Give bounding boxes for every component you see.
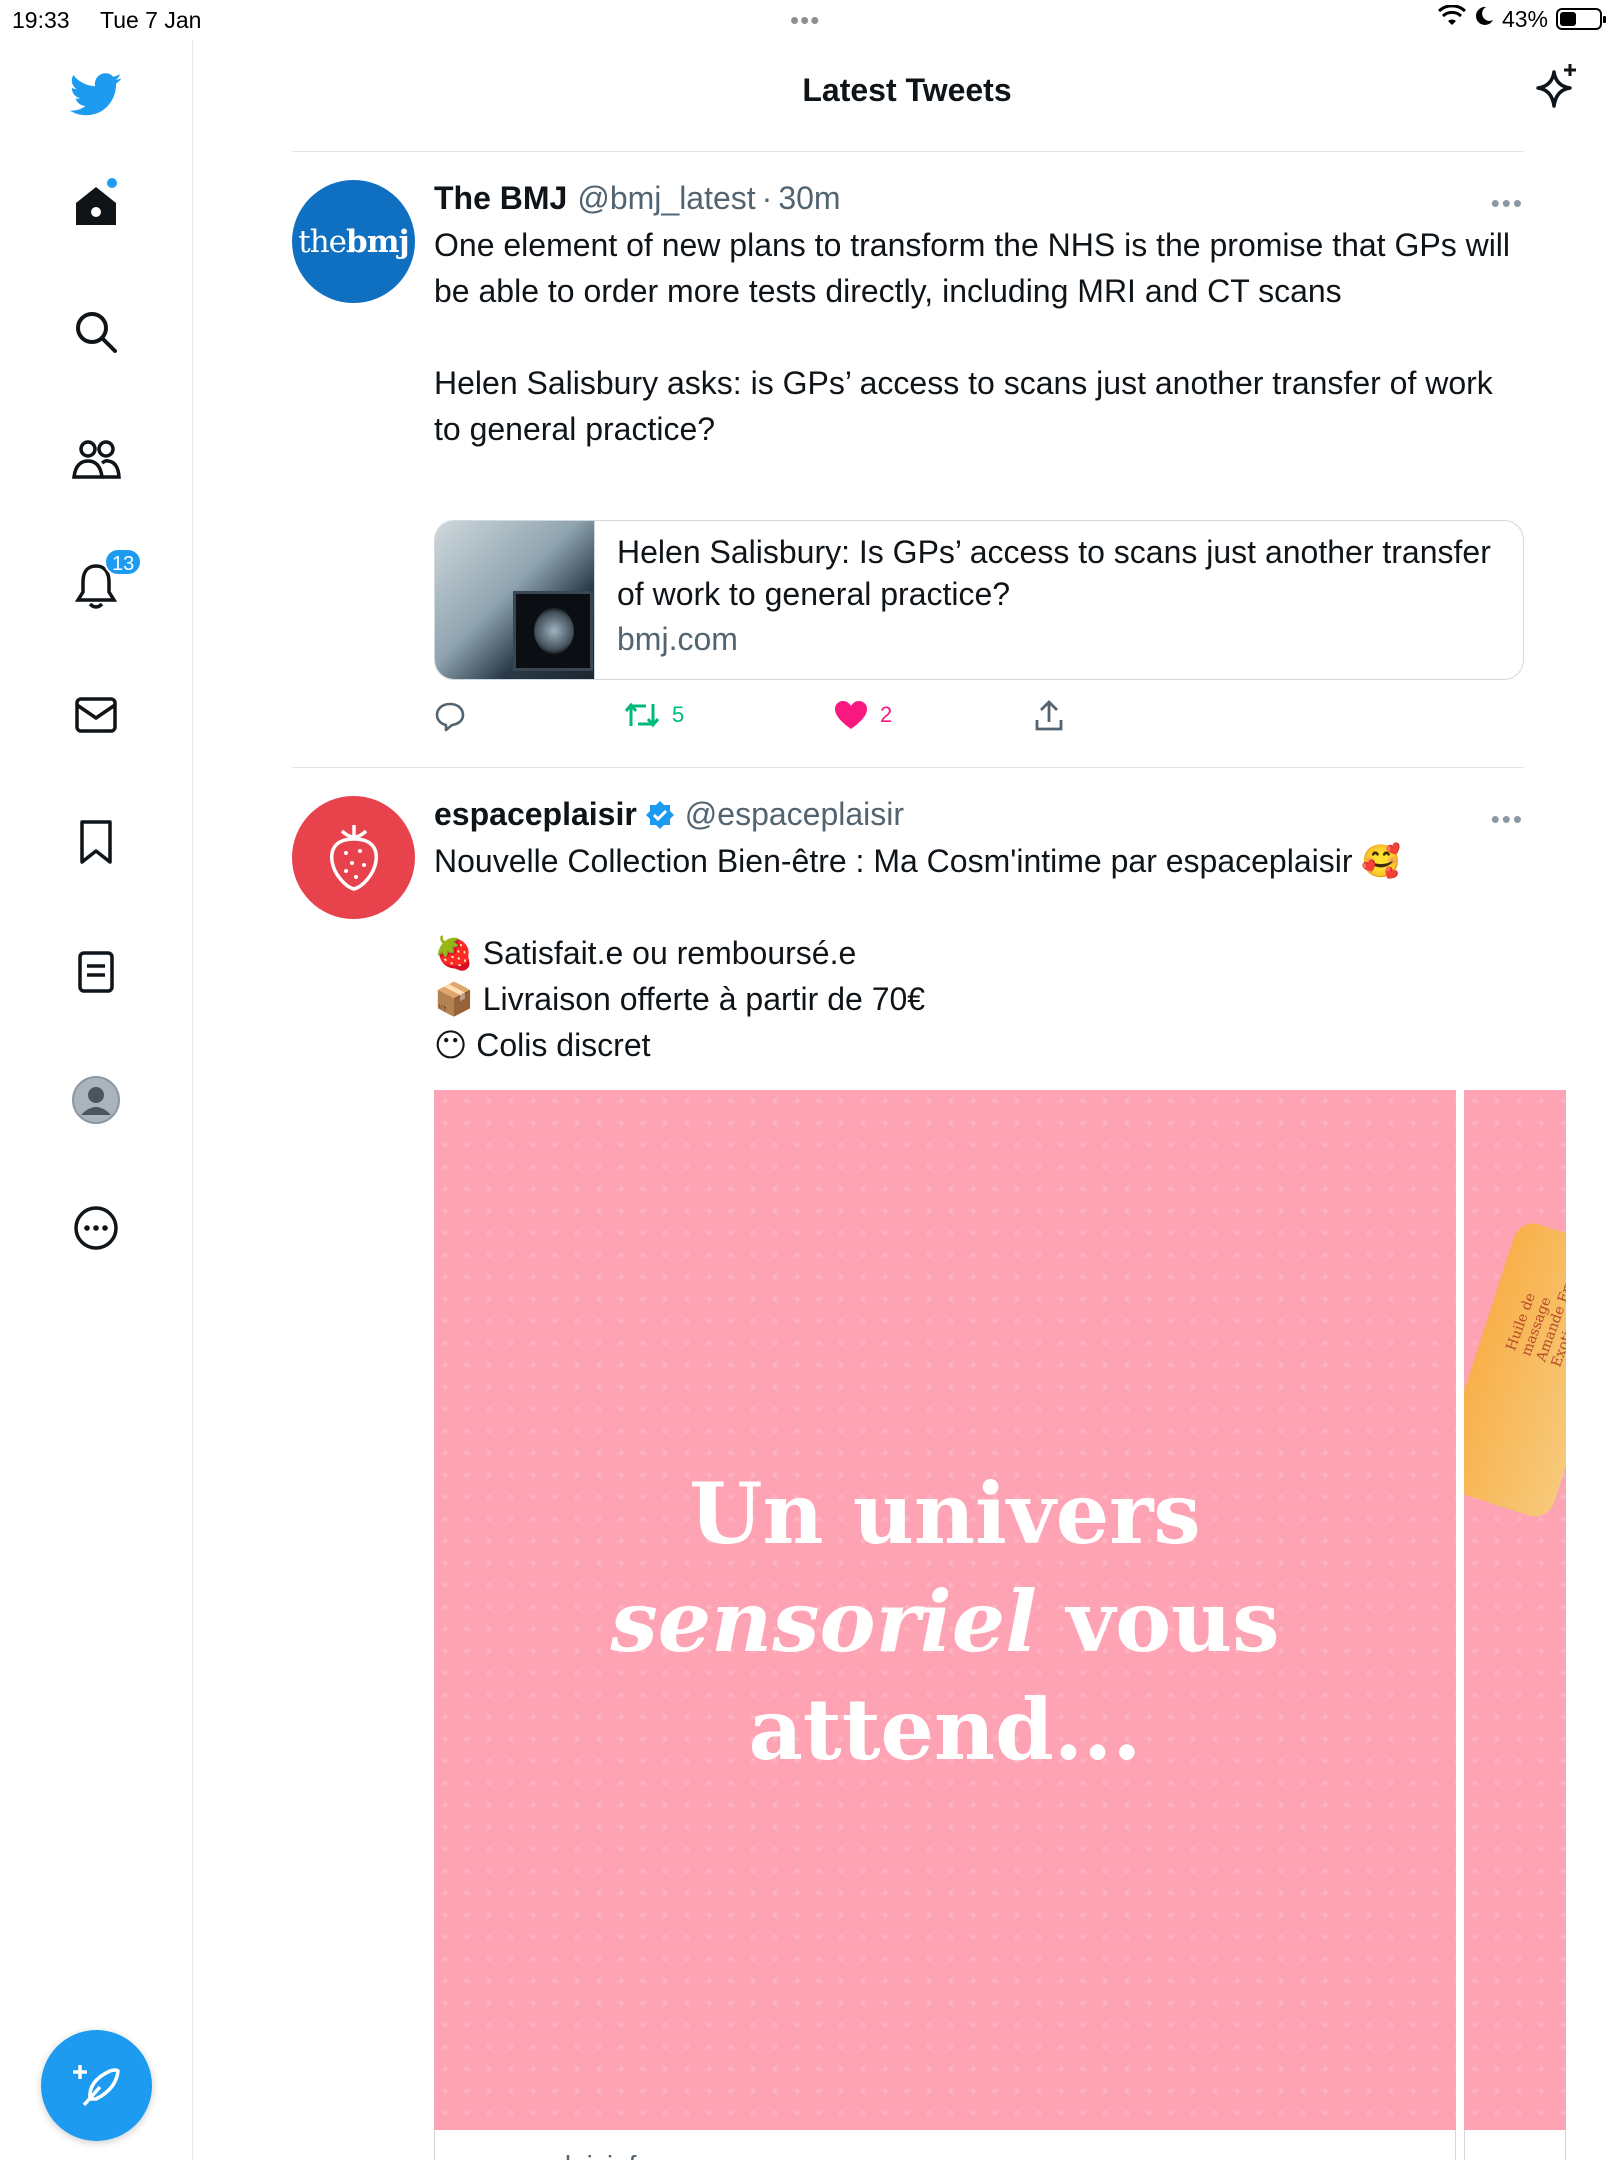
verified-badge-icon	[645, 800, 675, 830]
image-overlay-text: Un univers sensoriel vous attend...	[434, 1460, 1456, 1784]
retweet-icon	[624, 702, 660, 728]
status-date: Tue 7 Jan	[100, 7, 202, 33]
like-count: 2	[880, 702, 893, 727]
strawberry-emoji: 🍓	[434, 935, 474, 971]
tweet-text-paragraph: Nouvelle Collection Bien-être : Ma Cosm'…	[434, 843, 1402, 879]
card-title: Helen Salisbury: Is GPs’ access to scans…	[617, 534, 1491, 612]
share-button[interactable]	[1034, 700, 1064, 732]
bookmarks-icon[interactable]	[66, 812, 126, 872]
author-handle[interactable]: @bmj_latest	[577, 180, 755, 217]
author-name[interactable]: espaceplaisir	[434, 796, 637, 833]
status-bar: 19:33 Tue 7 Jan ••• 43%	[0, 0, 1620, 40]
media-link-domain[interactable]: espaceplaisir.fr	[434, 2130, 1456, 2160]
status-indicators: 43%	[1437, 4, 1606, 33]
twitter-logo-icon[interactable]	[66, 65, 126, 125]
share-icon	[1035, 700, 1063, 731]
tweet-body: One element of new plans to transform th…	[434, 222, 1524, 452]
home-unread-dot	[107, 178, 117, 188]
tweet-text-paragraph: One element of new plans to transform th…	[434, 227, 1511, 309]
notifications-badge: 13	[104, 548, 143, 576]
reply-button[interactable]	[434, 700, 478, 732]
strawberry-logo-icon	[329, 824, 378, 891]
more-options-icon[interactable]	[66, 1198, 126, 1258]
moon-icon	[1474, 5, 1494, 33]
like-button[interactable]: 2	[834, 700, 892, 730]
avatar-espaceplaisir[interactable]	[292, 796, 415, 919]
bullet-text: Colis discret	[476, 1027, 651, 1063]
bullet-text: Livraison offerte à partir de 70€	[482, 981, 926, 1017]
divider	[292, 767, 1524, 768]
image-text-italic: sensoriel	[610, 1572, 1038, 1671]
separator-dot: ·	[761, 180, 773, 216]
avatar-text-bold: bmj	[346, 223, 410, 260]
tweet-body: Nouvelle Collection Bien-être : Ma Cosm'…	[434, 838, 1524, 1068]
package-emoji: 📦	[434, 981, 474, 1017]
divider	[292, 151, 1524, 152]
home-icon[interactable]	[66, 176, 126, 236]
image-text-line: sensoriel vous	[434, 1568, 1456, 1676]
battery-level	[1560, 12, 1576, 26]
image-text-line: Un univers	[689, 1464, 1201, 1563]
heart-filled-icon	[835, 701, 867, 729]
sparkle-icon[interactable]	[1534, 62, 1580, 115]
tweet-bullet-line: 🍓 Satisfait.e ou remboursé.e	[434, 930, 1524, 976]
tweet-bullet-line: 📦 Livraison offerte à partir de 70€	[434, 976, 1524, 1022]
tweet-espaceplaisir[interactable]: espaceplaisir @espaceplaisir ••• Nouvell…	[292, 796, 1566, 2160]
compose-feather-icon	[72, 2064, 120, 2106]
tweet-header: The BMJ @bmj_latest · 30m	[434, 180, 841, 217]
messages-icon[interactable]	[66, 685, 126, 745]
compose-tweet-button[interactable]	[41, 2030, 152, 2141]
wifi-icon	[1437, 4, 1466, 33]
carousel-image-2[interactable]: Huile de massage Amande Fruits Exotiques	[1464, 1090, 1566, 2130]
retweet-count: 5	[672, 702, 685, 727]
lists-icon[interactable]	[66, 942, 126, 1002]
author-handle[interactable]: @espaceplaisir	[685, 796, 904, 833]
card-domain: bmj.com	[617, 621, 738, 657]
author-name[interactable]: The BMJ	[434, 180, 567, 217]
search-icon[interactable]	[66, 302, 126, 362]
battery-icon	[1556, 8, 1606, 30]
bullet-text: Satisfait.e ou remboursé.e	[482, 935, 857, 971]
tweet-more-icon[interactable]: •••	[1491, 804, 1524, 835]
tweet-bullet-list: 🍓 Satisfait.e ou remboursé.e 📦 Livraison…	[434, 930, 1524, 1068]
timeline-header: Latest Tweets	[194, 40, 1620, 150]
sidebar: 13	[0, 40, 193, 2160]
tweet-bullet-line: 😶 Colis discret	[434, 1022, 1524, 1068]
reply-icon	[435, 702, 465, 732]
status-time: 19:33	[12, 7, 70, 33]
retweet-button[interactable]: 5	[624, 700, 684, 730]
tweet-time[interactable]: 30m	[778, 180, 840, 217]
tweet-more-icon[interactable]: •••	[1491, 188, 1524, 219]
profile-avatar-icon[interactable]	[66, 1070, 126, 1130]
communities-icon[interactable]	[66, 429, 126, 489]
media-link-domain[interactable]: espa	[1464, 2130, 1566, 2160]
image-text-line: attend...	[748, 1680, 1142, 1779]
avatar-bmj[interactable]: thebmj	[292, 180, 415, 303]
tweet-text-paragraph: Helen Salisbury asks: is GPs’ access to …	[434, 365, 1493, 447]
multitasking-dots-icon[interactable]: •••	[790, 5, 820, 36]
battery-percent: 43%	[1501, 5, 1548, 32]
carousel-image-1[interactable]: Un univers sensoriel vous attend...	[434, 1090, 1456, 2130]
tweet-header: espaceplaisir @espaceplaisir	[434, 796, 904, 833]
tweet-actions: 5 2	[434, 700, 1134, 740]
page-title: Latest Tweets	[802, 72, 1012, 108]
image-text-rest: vous	[1037, 1572, 1280, 1671]
tweet-bmj[interactable]: thebmj The BMJ @bmj_latest · 30m ••• One…	[292, 180, 1524, 760]
card-thumbnail-image	[435, 521, 595, 679]
notifications-bell-icon[interactable]: 13	[66, 548, 143, 616]
mri-scan-image	[513, 591, 593, 671]
link-card[interactable]: Helen Salisbury: Is GPs’ access to scans…	[434, 520, 1524, 680]
avatar-text-light: the	[298, 223, 347, 260]
no-mouth-emoji: 😶	[434, 1027, 468, 1063]
